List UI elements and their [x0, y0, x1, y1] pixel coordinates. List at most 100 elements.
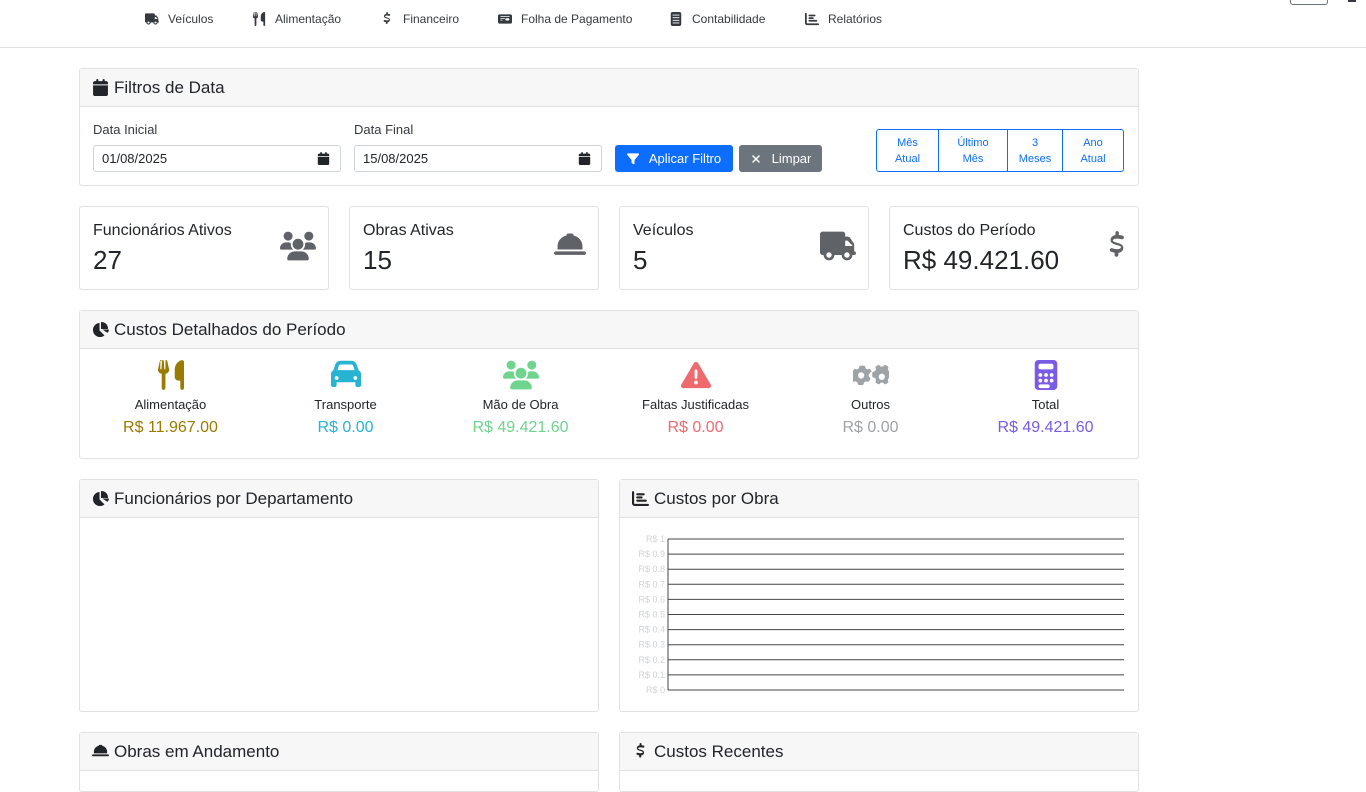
nav-label: Financeiro [403, 12, 460, 26]
quick-current-year-button[interactable]: Ano Atual [1062, 129, 1124, 172]
end-date-label: Data Final [354, 122, 414, 137]
y-tick-label: R$ 0.6 [638, 594, 665, 604]
y-tick-label: R$ 0.5 [638, 610, 665, 620]
dollar-icon [380, 12, 394, 26]
works-cost-chart: R$ 0 R$ 0.1 R$ 0.2 R$ 0.3 R$ 0.4 R$ 0.5 R$ 0.6… [638, 534, 1124, 695]
stat-value: 15 [363, 245, 392, 275]
calculator-icon [958, 360, 1133, 390]
cost-name: Faltas Justificadas [642, 397, 749, 412]
y-tick-label: R$ 0.9 [638, 549, 665, 559]
cost-value: R$ 0.00 [317, 419, 374, 436]
works-cost-chart-title: Custos por Obra [654, 488, 779, 508]
start-date-label: Data Inicial [93, 122, 158, 137]
detailed-costs-title: Custos Detalhados do Período [114, 319, 346, 339]
cost-item-total: Total R$ 49.421.60 [958, 360, 1133, 437]
y-tick-label: R$ 0.4 [638, 625, 665, 635]
top-navbar: Veículos Alimentação Financeiro Folha de… [0, 0, 1366, 48]
cost-name: Total [1031, 397, 1060, 412]
nav-veiculos[interactable]: Veículos [145, 10, 213, 28]
stat-card-costs: Custos do Período R$ 49.421.60 [889, 206, 1139, 290]
end-date-input[interactable]: 15/08/2025 [354, 145, 602, 172]
warning-icon [608, 360, 783, 390]
y-tick-label: R$ 0.2 [638, 655, 665, 665]
quick-label-line: 3 [1031, 136, 1039, 149]
calendar-picker-icon[interactable] [578, 152, 591, 165]
money-check-icon [498, 12, 512, 26]
menu-icon[interactable] [1348, 0, 1356, 2]
cogs-icon [783, 360, 958, 390]
quick-label-line: Mês [897, 136, 918, 149]
nav-label: Alimentação [275, 12, 342, 26]
recent-costs-card: Custos Recentes [619, 732, 1139, 792]
quick-current-month-button[interactable]: Mês Atual [876, 129, 939, 172]
cost-name: Mão de Obra [482, 397, 559, 412]
nav-label: Relatórios [828, 12, 883, 26]
cost-value: R$ 11.967.00 [123, 419, 218, 436]
quick-label-line: Mês [962, 152, 984, 165]
cost-value: R$ 0.00 [667, 419, 724, 436]
cost-name: Transporte [314, 397, 377, 412]
y-tick-label: R$ 0.3 [638, 640, 665, 650]
users-icon [280, 231, 316, 266]
nav-label: Veículos [168, 12, 214, 26]
dept-chart-title: Funcionários por Departamento [114, 488, 354, 508]
y-tick-label: R$ 0.8 [638, 564, 665, 574]
y-tick-label: R$ 1 [646, 534, 665, 544]
nav-alimentacao[interactable]: Alimentação [252, 10, 341, 28]
chart-bar-icon [805, 12, 819, 26]
date-filter-title: Filtros de Data [114, 77, 225, 97]
truck-icon [820, 231, 856, 266]
filter-icon [626, 152, 639, 164]
quick-range-group: Mês Atual Último Mês 3 Meses Ano Atual [876, 129, 1124, 172]
nav-contabilidade[interactable]: Contabilidade [669, 10, 765, 28]
nav-folha-pagamento[interactable]: Folha de Pagamento [498, 10, 632, 28]
file-invoice-icon [669, 12, 683, 26]
start-date-value: 01/08/2025 [102, 151, 168, 166]
apply-filter-label: Aplicar Filtro [648, 151, 722, 166]
stat-card-works: Obras Ativas 15 [349, 206, 599, 290]
quick-label-line: Atual [894, 152, 921, 165]
hard-hat-icon [554, 231, 586, 266]
quick-label-line: Ano [1083, 136, 1103, 149]
calendar-icon [92, 79, 109, 96]
cost-item-labor: Mão de Obra R$ 49.421.60 [433, 360, 608, 437]
stat-title: Obras Ativas [363, 222, 454, 239]
stat-title: Veículos [633, 222, 694, 239]
stat-title: Funcionários Ativos [93, 222, 232, 239]
cost-item-food: Alimentação R$ 11.967.00 [83, 360, 258, 437]
works-cost-chart-header: Custos por Obra [620, 480, 1138, 518]
clear-filter-button[interactable]: Limpar [739, 145, 822, 172]
stat-card-employees: Funcionários Ativos 27 [79, 206, 329, 290]
truck-icon [145, 12, 159, 26]
apply-filter-button[interactable]: Aplicar Filtro [615, 145, 733, 172]
start-date-input[interactable]: 01/08/2025 [93, 145, 341, 172]
cost-item-transport: Transporte R$ 0.00 [258, 360, 433, 437]
nav-label: Contabilidade [692, 12, 766, 26]
y-tick-label: R$ 0.7 [638, 579, 665, 589]
nav-label: Folha de Pagamento [521, 12, 633, 26]
nav-financeiro[interactable]: Financeiro [380, 10, 459, 28]
y-tick-label: R$ 0 [646, 685, 665, 695]
dollar-icon [632, 743, 649, 760]
recent-costs-title: Custos Recentes [654, 741, 784, 761]
stat-title: Custos do Período [903, 222, 1036, 239]
chart-bar-icon [632, 490, 649, 507]
quick-3-months-button[interactable]: 3 Meses [1007, 129, 1063, 172]
cost-item-others: Outros R$ 0.00 [783, 360, 958, 437]
stat-card-vehicles: Veículos 5 [619, 206, 869, 290]
cost-value: R$ 49.421.60 [997, 419, 1094, 436]
stat-value: 5 [633, 245, 648, 275]
nav-relatorios[interactable]: Relatórios [805, 10, 882, 28]
stat-value: 27 [93, 245, 122, 275]
works-in-progress-header: Obras em Andamento [80, 733, 598, 771]
calendar-picker-icon[interactable] [317, 152, 330, 165]
detailed-costs-header: Custos Detalhados do Período [80, 311, 1138, 349]
quick-label-line: Atual [1080, 152, 1106, 165]
navbar-toggle-button[interactable] [1290, 0, 1328, 5]
cost-value: R$ 0.00 [842, 419, 899, 436]
cost-name: Outros [850, 397, 890, 412]
hard-hat-icon [92, 743, 109, 760]
date-filter-header: Filtros de Data [80, 69, 1138, 107]
quick-label-line: Último [957, 136, 989, 149]
quick-last-month-button[interactable]: Último Mês [938, 129, 1008, 172]
